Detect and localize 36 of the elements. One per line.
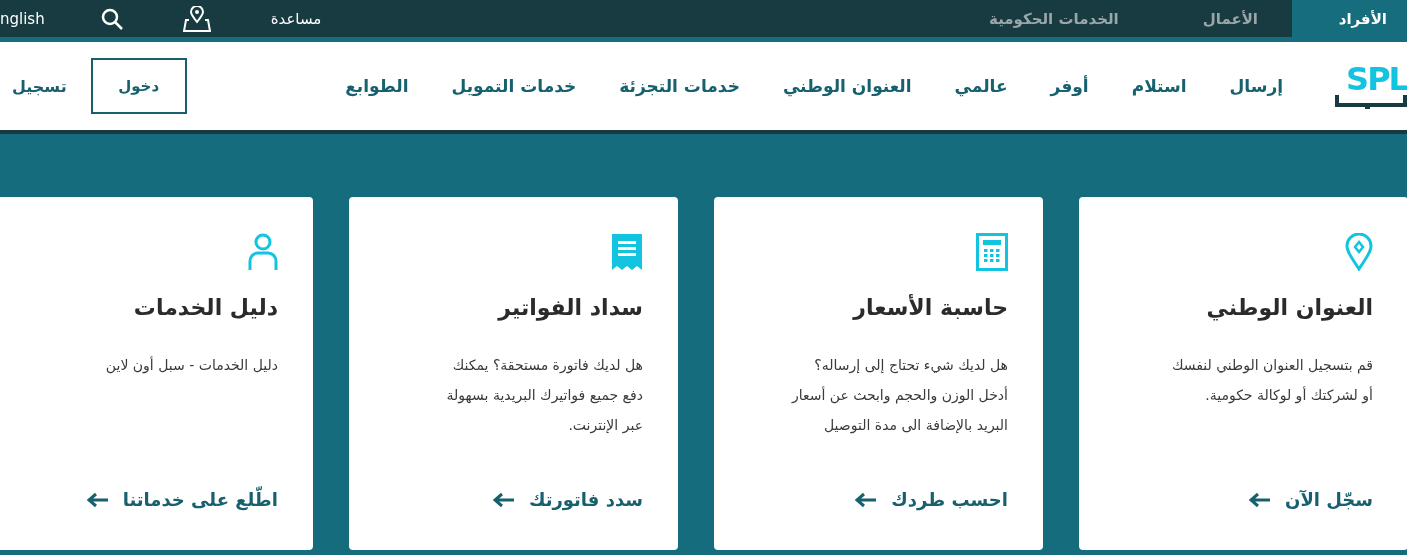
nav-link[interactable]: إرسال bbox=[1229, 76, 1283, 96]
arrow-left-icon bbox=[855, 491, 878, 508]
card-link[interactable]: سجّل الآن bbox=[1249, 489, 1373, 510]
nav-link[interactable]: الطوابع bbox=[345, 76, 409, 96]
person-icon bbox=[248, 233, 278, 271]
nav-link[interactable]: عالمي bbox=[954, 76, 1008, 96]
card-title: سداد الفواتير bbox=[498, 295, 643, 320]
nav-link[interactable]: خدمات التجزئة bbox=[619, 76, 740, 96]
card-description: هل لديك فاتورة مستحقة؟ يمكنك دفع جميع فواتيرك البريدية بسهولة عبر الإنترنت. bbox=[446, 356, 643, 436]
map-pin-icon[interactable] bbox=[182, 5, 211, 32]
receipt-icon bbox=[611, 233, 643, 271]
register-link[interactable]: تسجيل bbox=[12, 76, 67, 96]
card-title: العنوان الوطني bbox=[1206, 295, 1373, 320]
calculator-icon bbox=[976, 233, 1008, 271]
nav-link[interactable]: خدمات التمويل bbox=[451, 76, 577, 96]
card-description: قم بتسجيل العنوان الوطني لنفسك أو لشركتك أو لوكالة حكومية. bbox=[1171, 356, 1373, 406]
audience-tab[interactable]: الخدمات الحكومية bbox=[951, 0, 1153, 37]
card-title: دليل الخدمات bbox=[133, 295, 278, 320]
audience-tab[interactable]: الأفراد bbox=[1292, 0, 1407, 37]
nav-link[interactable]: أوفر bbox=[1050, 76, 1089, 96]
login-button[interactable]: دخول bbox=[90, 58, 187, 114]
location-pin-icon bbox=[1345, 233, 1373, 271]
arrow-left-icon bbox=[492, 491, 515, 508]
card-title: حاسبة الأسعار bbox=[853, 295, 1008, 320]
audience-tab[interactable]: الأعمال bbox=[1164, 0, 1292, 37]
card-description: هل لديك شيء تحتاج إلى إرساله؟ أدخل الوزن والحجم وابحث عن أسعار البريد بالإضافة الى مدة التوصيل bbox=[791, 356, 1008, 436]
search-icon[interactable] bbox=[100, 7, 123, 30]
language-link[interactable]: nglish bbox=[0, 9, 45, 28]
card-link[interactable]: سدد فاتورتك bbox=[492, 489, 643, 510]
arrow-left-icon bbox=[1249, 491, 1272, 508]
card-description: دليل الخدمات - سبل أون لاين bbox=[105, 355, 278, 376]
card-link[interactable]: احسب طردك bbox=[855, 489, 1008, 510]
arrow-left-icon bbox=[86, 491, 109, 508]
help-link[interactable]: مساعدة bbox=[270, 9, 322, 28]
nav-link[interactable]: العنوان الوطني bbox=[782, 76, 912, 96]
nav-link[interactable]: استلام bbox=[1131, 76, 1187, 96]
